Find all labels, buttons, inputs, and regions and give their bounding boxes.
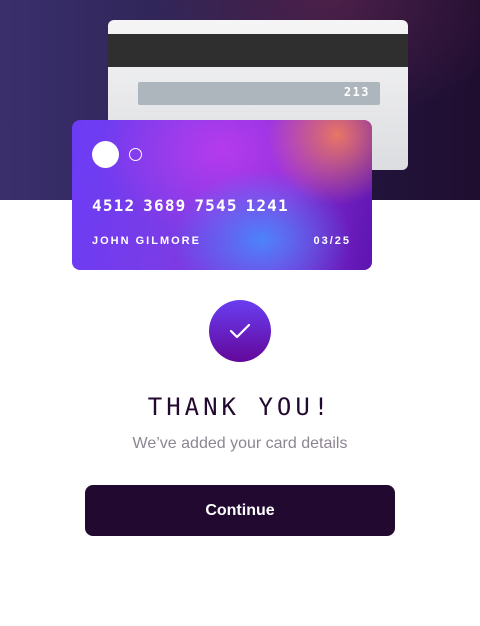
signature-strip: 213 <box>138 82 380 105</box>
thank-you-title: THANK YOU! <box>147 393 333 421</box>
card-logo-filled-circle <box>92 141 119 168</box>
card-cvc: 213 <box>343 85 370 99</box>
card-expiry: 03/25 <box>313 235 351 247</box>
confirmation-message: We’ve added your card details <box>132 435 348 452</box>
magnetic-stripe <box>108 34 408 67</box>
card-front: 4512 3689 7545 1241 JOHN GILMORE 03/25 <box>72 120 372 270</box>
continue-button[interactable]: Continue <box>85 485 395 536</box>
checkmark-icon <box>229 323 251 339</box>
card-logo-outline-circle <box>129 148 142 161</box>
cardholder-name: JOHN GILMORE <box>92 235 201 247</box>
card-number: 4512 3689 7545 1241 <box>92 196 289 215</box>
success-badge <box>209 300 271 362</box>
